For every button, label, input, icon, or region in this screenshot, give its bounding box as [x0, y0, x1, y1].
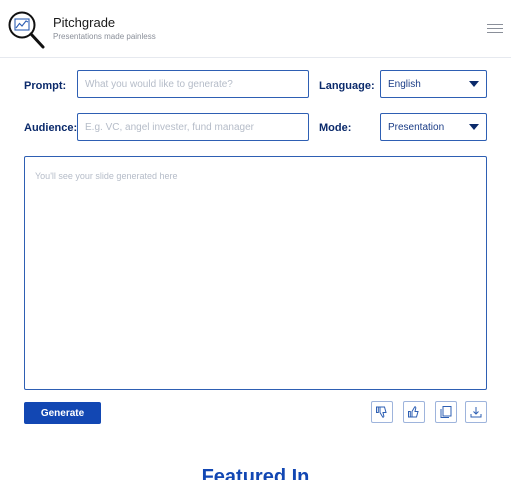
- thumbs-down-button[interactable]: [371, 401, 393, 423]
- generate-button[interactable]: Generate: [24, 402, 101, 424]
- language-select[interactable]: English: [380, 70, 487, 98]
- magnifier-chart-logo-icon: [8, 11, 45, 49]
- brand-tagline: Presentations made painless: [53, 32, 156, 41]
- chevron-down-icon: [469, 81, 479, 87]
- brand-name: Pitchgrade: [53, 15, 116, 30]
- thumbs-up-button[interactable]: [403, 401, 425, 423]
- chevron-down-icon: [469, 124, 479, 130]
- audience-input[interactable]: [77, 113, 309, 141]
- copy-icon: [440, 406, 452, 418]
- prompt-input[interactable]: [77, 70, 309, 98]
- slide-output-placeholder: You'll see your slide generated here: [35, 171, 178, 181]
- language-label: Language:: [319, 80, 375, 92]
- copy-button[interactable]: [435, 401, 457, 423]
- audience-label: Audience:: [24, 122, 78, 134]
- header: Pitchgrade Presentations made painless: [0, 0, 511, 58]
- thumbs-down-icon: [376, 406, 387, 418]
- mode-label: Mode:: [319, 122, 352, 134]
- download-icon: [470, 407, 482, 418]
- mode-select-value: Presentation: [388, 121, 445, 133]
- language-select-value: English: [388, 78, 421, 90]
- hamburger-menu-icon[interactable]: [487, 24, 503, 35]
- featured-in-heading: Featured In: [201, 466, 310, 480]
- mode-select[interactable]: Presentation: [380, 113, 487, 141]
- slide-output-area[interactable]: You'll see your slide generated here: [24, 156, 487, 390]
- thumbs-up-icon: [408, 406, 419, 418]
- download-button[interactable]: [465, 401, 487, 423]
- prompt-label: Prompt:: [24, 80, 67, 92]
